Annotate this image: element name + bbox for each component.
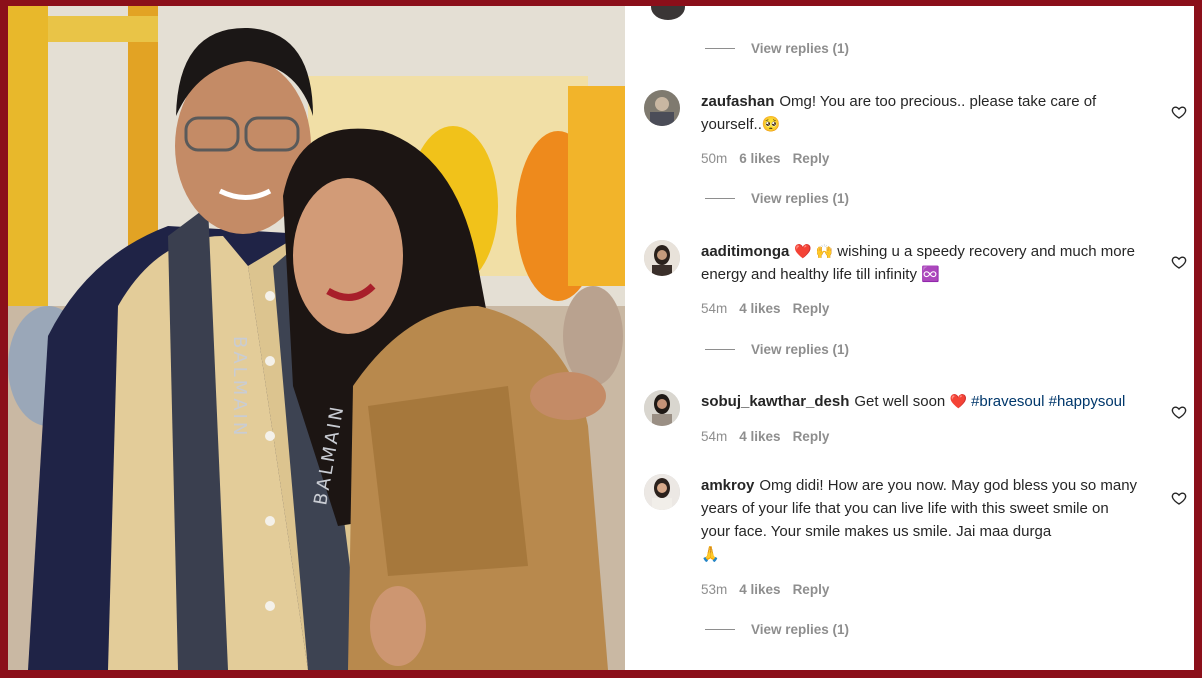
comment-meta: 54m 4 likes Reply: [701, 429, 829, 444]
view-replies-button[interactable]: View replies (1): [705, 619, 849, 639]
avatar[interactable]: [644, 390, 680, 426]
view-replies-label: View replies (1): [751, 40, 850, 56]
comment-username[interactable]: aaditimonga: [701, 243, 789, 260]
view-replies-label: View replies (1): [751, 621, 850, 637]
comment-time: 54m: [701, 429, 728, 444]
comment-username[interactable]: amkroy: [701, 477, 754, 494]
comment-likes[interactable]: 4 likes: [739, 582, 780, 597]
reply-button[interactable]: Reply: [793, 151, 830, 166]
comment-time: 54m: [701, 301, 728, 316]
avatar[interactable]: [644, 474, 680, 510]
comments-panel[interactable]: View replies (1) zaufashan Omg! You are t…: [625, 6, 1194, 670]
comment-meta: 53m 4 likes Reply: [701, 582, 829, 597]
view-replies-label: View replies (1): [751, 190, 850, 206]
reply-button[interactable]: Reply: [793, 429, 830, 444]
reply-button[interactable]: Reply: [793, 301, 830, 316]
heart-icon[interactable]: [1171, 104, 1187, 120]
divider-dash: [705, 348, 735, 350]
avatar[interactable]: [651, 6, 685, 20]
comment-likes[interactable]: 4 likes: [739, 429, 780, 444]
comment-username[interactable]: sobuj_kawthar_desh: [701, 393, 849, 410]
view-replies-label: View replies (1): [751, 341, 850, 357]
comment-body: zaufashan Omg! You are too precious.. ple…: [701, 90, 1141, 136]
view-replies-button[interactable]: View replies (1): [705, 38, 849, 58]
comment-body: amkroy Omg didi! How are you now. May god…: [701, 474, 1141, 566]
screenshot-frame: BALMAIN BALMAIN View replies (1) zaufash…: [8, 6, 1194, 670]
divider-dash: [705, 628, 735, 630]
comment-body: aaditimonga ❤️ 🙌 wishing u a speedy recov…: [701, 240, 1141, 286]
comment-likes[interactable]: 6 likes: [739, 151, 780, 166]
comment-meta: 54m 4 likes Reply: [701, 301, 829, 316]
photo-illustration: BALMAIN BALMAIN: [8, 6, 625, 670]
comment-text: Get well soon: [854, 393, 946, 410]
avatar[interactable]: [644, 240, 680, 276]
post-photo: BALMAIN BALMAIN: [8, 6, 625, 670]
reply-button[interactable]: Reply: [793, 582, 830, 597]
infinity-icon: ♾️: [921, 266, 940, 283]
divider-dash: [705, 197, 735, 199]
comment-emoji: 🙏: [701, 546, 720, 563]
comment-meta: 50m 6 likes Reply: [701, 151, 829, 166]
comment-emoji: ❤️ 🙌: [794, 243, 834, 259]
heart-icon[interactable]: [1171, 490, 1187, 506]
scarf-text: BALMAIN: [229, 336, 250, 438]
comment-time: 53m: [701, 582, 728, 597]
comment-emoji: ❤️: [949, 393, 967, 409]
avatar[interactable]: [644, 90, 680, 126]
heart-icon[interactable]: [1171, 404, 1187, 420]
heart-icon[interactable]: [1171, 254, 1187, 270]
comment-time: 50m: [701, 151, 728, 166]
divider-dash: [705, 47, 735, 49]
comment-emoji: 🥺: [761, 116, 781, 133]
comment-username[interactable]: zaufashan: [701, 93, 774, 110]
view-replies-button[interactable]: View replies (1): [705, 339, 849, 359]
comment-likes[interactable]: 4 likes: [739, 301, 780, 316]
hashtag-link[interactable]: #happysoul: [1049, 393, 1126, 410]
comment-text: Omg didi! How are you now. May god bless…: [701, 477, 1138, 540]
hashtag-link[interactable]: #bravesoul: [971, 393, 1044, 410]
view-replies-button[interactable]: View replies (1): [705, 188, 849, 208]
comment-body: sobuj_kawthar_desh Get well soon ❤️ #brav…: [701, 390, 1141, 413]
